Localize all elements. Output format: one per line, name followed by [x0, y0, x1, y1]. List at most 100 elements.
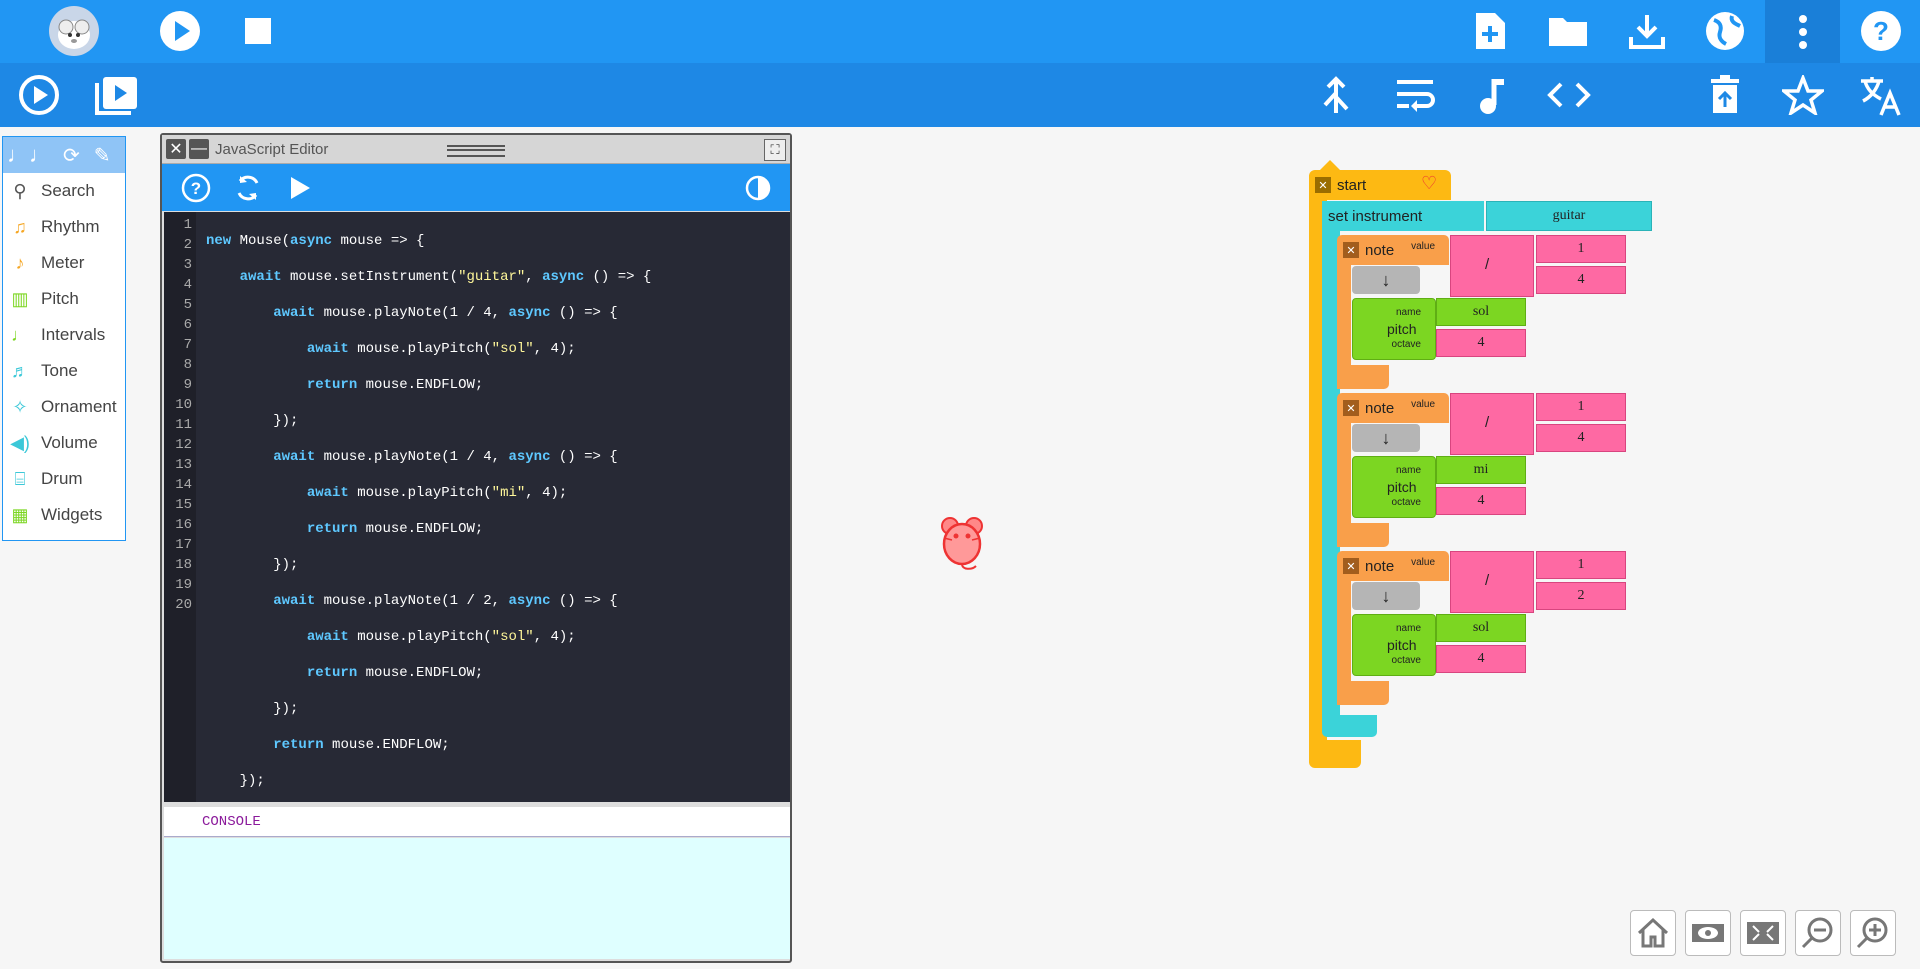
pitch-name-value[interactable]: mi — [1436, 456, 1526, 484]
divide-symbol: / — [1485, 572, 1490, 589]
svg-text:?: ? — [191, 179, 201, 198]
mouse-logo[interactable] — [46, 3, 102, 59]
run-slow-icon[interactable] — [11, 67, 67, 123]
editor-run-icon[interactable] — [278, 166, 322, 210]
note-block[interactable]: ✕ note value — [1337, 393, 1449, 423]
line-number: 2 — [183, 237, 192, 253]
palette-item-widgets[interactable]: ▦ Widgets — [3, 497, 125, 533]
note-block[interactable]: ✕ note value — [1337, 551, 1449, 581]
new-file-icon[interactable] — [1462, 3, 1518, 59]
arrow-block[interactable]: ↓ — [1352, 266, 1420, 294]
music-tab-icon[interactable]: ♩♩ — [7, 142, 51, 168]
note-block-foot — [1337, 523, 1389, 547]
convert-refresh-icon[interactable] — [226, 166, 270, 210]
instrument-value[interactable]: guitar — [1486, 201, 1652, 231]
numerator-value[interactable]: 1 — [1536, 393, 1626, 421]
palette-item-ornament[interactable]: ✧ Ornament — [3, 389, 125, 425]
music-note-icon[interactable] — [1463, 67, 1519, 123]
zoom-in-icon[interactable] — [1850, 910, 1896, 956]
denominator-value[interactable]: 4 — [1536, 424, 1626, 452]
numerator-value[interactable]: 1 — [1536, 235, 1626, 263]
code-line: return mouse.ENDFLOW; — [273, 737, 450, 753]
play-icon[interactable] — [152, 3, 208, 59]
octave-label: octave — [1391, 655, 1421, 666]
divide-block[interactable]: / — [1450, 235, 1534, 297]
divide-block[interactable]: / — [1450, 393, 1534, 455]
star-icon[interactable] — [1775, 67, 1831, 123]
meter-icon: ♪ — [15, 252, 25, 273]
octave-value[interactable]: 4 — [1436, 329, 1526, 357]
code-icon[interactable] — [1541, 67, 1597, 123]
numerator-value[interactable]: 1 — [1536, 551, 1626, 579]
divide-block[interactable]: / — [1450, 551, 1534, 613]
pitch-block[interactable]: name pitch octave — [1352, 614, 1436, 676]
arrow-block[interactable]: ↓ — [1352, 424, 1420, 452]
collapse-icon[interactable]: ✕ — [1343, 558, 1359, 574]
palette-item-pitch[interactable]: ▥ Pitch — [3, 281, 125, 317]
palette-item-search[interactable]: ⚲ Search — [3, 173, 125, 209]
denominator-value[interactable]: 2 — [1536, 582, 1626, 610]
editor-titlebar[interactable]: ✕ — JavaScript Editor ⛶ — [162, 135, 790, 164]
code-lines[interactable]: new Mouse(async mouse => { await mouse.s… — [196, 212, 651, 897]
collapse-icon[interactable]: ✕ — [1343, 242, 1359, 258]
delete-icon[interactable] — [1697, 67, 1753, 123]
mouse-turtle[interactable] — [938, 514, 986, 577]
planet-icon[interactable] — [1697, 3, 1753, 59]
show-blocks-icon[interactable] — [1685, 910, 1731, 956]
zoom-out-icon[interactable] — [1795, 910, 1841, 956]
palette-label: Tone — [41, 361, 78, 380]
octave-value[interactable]: 4 — [1436, 645, 1526, 673]
minimize-icon[interactable]: — — [189, 139, 209, 159]
divide-symbol: / — [1485, 414, 1490, 431]
close-icon[interactable]: ✕ — [166, 139, 186, 159]
palette-item-meter[interactable]: ♪ Meter — [3, 245, 125, 281]
note-label: note — [1365, 400, 1395, 417]
save-download-icon[interactable] — [1619, 3, 1675, 59]
mouse-icon: ♡ — [1421, 173, 1438, 193]
pitch-block[interactable]: name pitch octave — [1352, 298, 1436, 360]
theme-toggle-icon[interactable] — [736, 166, 780, 210]
volume-icon: ◀) — [10, 432, 30, 453]
console-output[interactable] — [164, 838, 790, 959]
palette-item-drum[interactable]: ⌸ Drum — [3, 461, 125, 497]
collapse-blocks-icon[interactable] — [1740, 910, 1786, 956]
refresh-icon[interactable]: ⟳ — [63, 143, 80, 168]
merge-icon[interactable] — [1308, 67, 1364, 123]
note-block[interactable]: ✕ note value — [1337, 235, 1449, 265]
home-icon[interactable] — [1630, 910, 1676, 956]
palette-item-intervals[interactable]: ♩ Intervals — [3, 317, 125, 353]
code-line: return mouse.ENDFLOW; — [306, 377, 484, 393]
octave-label: octave — [1391, 339, 1421, 350]
palette-item-volume[interactable]: ◀) Volume — [3, 425, 125, 461]
pitch-name-value[interactable]: sol — [1436, 614, 1526, 642]
stop-icon[interactable] — [230, 3, 286, 59]
collapse-icon[interactable]: ✕ — [1315, 177, 1331, 193]
palette-item-tone[interactable]: ♬ Tone — [3, 353, 125, 389]
drag-handle-icon[interactable] — [447, 145, 505, 157]
collapse-icon[interactable]: ✕ — [1343, 400, 1359, 416]
set-instrument-block[interactable]: set instrument — [1322, 201, 1484, 231]
arrow-block[interactable]: ↓ — [1352, 582, 1420, 610]
pitch-name-value[interactable]: sol — [1436, 298, 1526, 326]
code-line: await mouse.playNote(1 / 4, async () => … — [273, 305, 618, 321]
octave-value[interactable]: 4 — [1436, 487, 1526, 515]
step-icon[interactable] — [89, 67, 145, 123]
language-icon[interactable] — [1853, 67, 1909, 123]
denominator-value[interactable]: 4 — [1536, 266, 1626, 294]
wrap-icon[interactable] — [1387, 67, 1443, 123]
palette-item-rhythm[interactable]: ♫ Rhythm — [3, 209, 125, 245]
pen-icon[interactable]: ✎ — [94, 143, 111, 168]
code-editor[interactable]: 1 2 3 4 5 6 7 8 9 10 11 12 13 14 15 16 17 18 19 20 new Mous… — [164, 212, 790, 897]
fullscreen-icon[interactable]: ⛶ — [764, 139, 786, 161]
start-block[interactable]: ✕ start ♡ — [1309, 170, 1451, 200]
open-folder-icon[interactable] — [1540, 3, 1596, 59]
palette-label: Search — [41, 181, 95, 200]
palette-label: Meter — [41, 253, 85, 272]
more-vert-icon[interactable] — [1765, 0, 1840, 63]
pitch-block[interactable]: name pitch octave — [1352, 456, 1436, 518]
value-label: value — [1411, 241, 1435, 252]
search-icon: ⚲ — [13, 180, 27, 201]
code-line: await mouse.playPitch("sol", 4); — [306, 341, 576, 357]
editor-help-icon[interactable]: ? — [174, 166, 218, 210]
help-icon[interactable]: ? — [1853, 3, 1909, 59]
